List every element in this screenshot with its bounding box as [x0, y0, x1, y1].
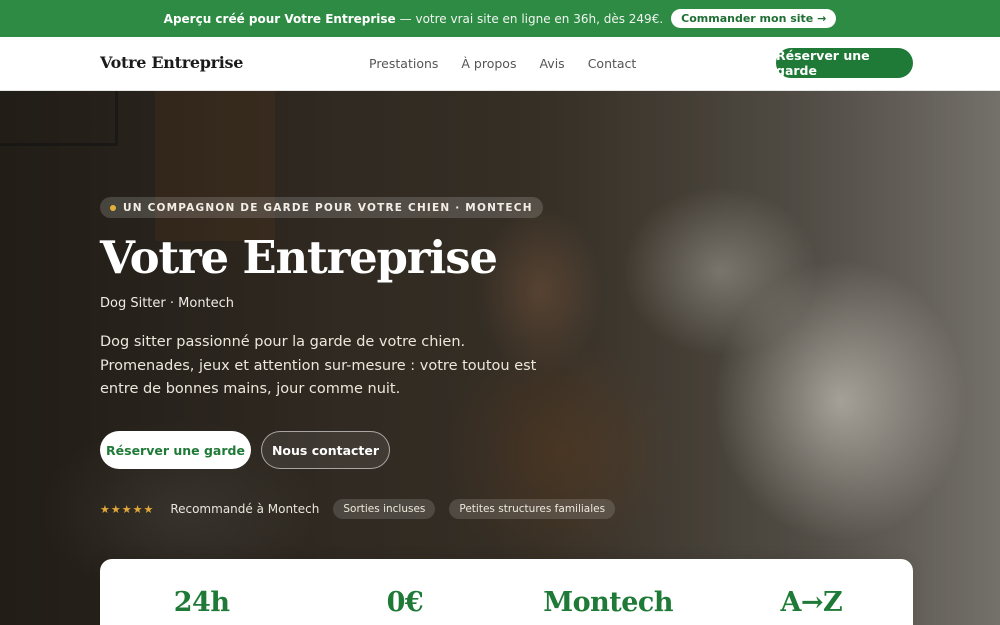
contact-us-button[interactable]: Nous contacter	[261, 431, 390, 469]
eyebrow-dot-icon	[110, 204, 116, 211]
chip-outings-included: Sorties incluses	[333, 499, 436, 519]
hero-section: UN COMPAGNON DE GARDE POUR VOTRE CHIEN ·…	[0, 91, 1000, 625]
promo-bar: Aperçu créé pour Votre Entreprise — votr…	[0, 0, 1000, 37]
stat-item: 0€	[303, 559, 506, 625]
stats-card: 24h 0€ Montech A→Z	[100, 559, 913, 625]
rating-stars-icon: ★★★★★	[100, 502, 155, 516]
brand-logo[interactable]: Votre Entreprise	[100, 53, 243, 72]
nav-item-a-propos[interactable]: À propos	[461, 56, 516, 71]
chip-small-family-structures: Petites structures familiales	[449, 499, 616, 519]
main-nav: Prestations À propos Avis Contact	[369, 56, 636, 71]
hero-subtitle: Dog Sitter · Montech	[100, 296, 235, 311]
hero-description: Dog sitter passionné pour la garde de vo…	[100, 334, 537, 397]
stat-item: 24h	[100, 559, 303, 625]
stat-value-price: 0€	[386, 587, 424, 618]
promo-lead: Aperçu créé pour Votre Entreprise	[163, 11, 396, 26]
stat-value-a-to-z: A→Z	[780, 587, 843, 618]
recommendation-text: Recommandé à Montech	[170, 502, 320, 516]
nav-item-prestations[interactable]: Prestations	[369, 56, 438, 71]
hero-eyebrow-badge: UN COMPAGNON DE GARDE POUR VOTRE CHIEN ·…	[100, 197, 543, 218]
header-book-button[interactable]: Réserver une garde	[776, 48, 913, 78]
order-site-button[interactable]: Commander mon site →	[671, 9, 837, 28]
hero-title: Votre Entreprise	[100, 231, 498, 284]
stat-value-24h: 24h	[173, 587, 230, 618]
stat-item: A→Z	[710, 559, 913, 625]
book-sitting-button[interactable]: Réserver une garde	[100, 431, 251, 469]
promo-text: — votre vrai site en ligne en 36h, dès 2…	[399, 11, 664, 26]
stat-value-location: Montech	[543, 587, 673, 618]
nav-item-avis[interactable]: Avis	[539, 56, 564, 71]
eyebrow-text: UN COMPAGNON DE GARDE POUR VOTRE CHIEN ·…	[123, 201, 533, 214]
site-header: Votre Entreprise Prestations À propos Av…	[0, 37, 1000, 91]
nav-item-contact[interactable]: Contact	[588, 56, 637, 71]
stat-item: Montech	[507, 559, 710, 625]
trust-row: ★★★★★ Recommandé à Montech Sorties inclu…	[100, 498, 616, 520]
